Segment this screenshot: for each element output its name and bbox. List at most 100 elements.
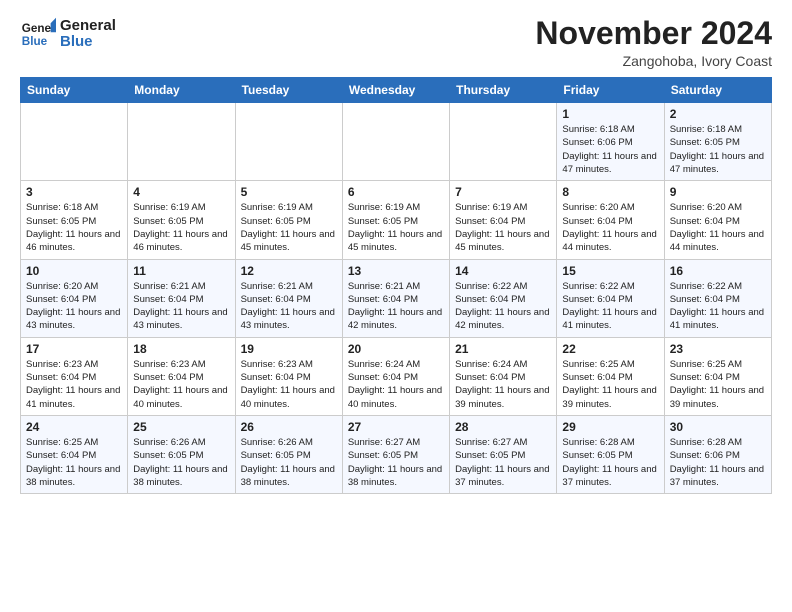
day-info: Sunrise: 6:23 AM Sunset: 6:04 PM Dayligh… [241,358,337,411]
calendar-cell: 5Sunrise: 6:19 AM Sunset: 6:05 PM Daylig… [235,181,342,259]
day-info: Sunrise: 6:20 AM Sunset: 6:04 PM Dayligh… [670,201,766,254]
calendar-cell: 27 Sunrise: 6:27 AM Sunset: 6:05 PM Dayli… [342,415,449,493]
day-number: 22 [562,342,658,356]
day-info: Sunrise: 6:22 AM Sunset: 6:04 PM Dayligh… [455,280,551,333]
day-number: 29 [562,420,658,434]
day-info: Sunrise: 6:23 AM Sunset: 6:04 PM Dayligh… [133,358,229,411]
day-info: Sunrise: 6:20 AM Sunset: 6:04 PM Dayligh… [562,201,658,254]
weekday-header: Friday [557,78,664,103]
weekday-header: Monday [128,78,235,103]
day-number: 14 [455,264,551,278]
calendar-week: 17 Sunrise: 6:23 AM Sunset: 6:04 PM Dayli… [21,337,772,415]
calendar-cell: 18 Sunrise: 6:23 AM Sunset: 6:04 PM Dayli… [128,337,235,415]
day-info: Sunrise: 6:28 AM Sunset: 6:05 PM Dayligh… [562,436,658,489]
day-number: 9 [670,185,766,199]
day-info: Sunrise: 6:18 AM Sunset: 6:05 PM Dayligh… [670,123,766,176]
calendar-cell: 7 Sunrise: 6:19 AM Sunset: 6:04 PM Daylig… [450,181,557,259]
day-info: Sunrise: 6:22 AM Sunset: 6:04 PM Dayligh… [670,280,766,333]
day-number: 12 [241,264,337,278]
day-number: 7 [455,185,551,199]
logo-icon: General Blue [20,16,56,52]
calendar-cell: 20 Sunrise: 6:24 AM Sunset: 6:04 PM Dayli… [342,337,449,415]
day-number: 10 [26,264,122,278]
day-info: Sunrise: 6:19 AM Sunset: 6:04 PM Dayligh… [455,201,551,254]
calendar-cell [21,103,128,181]
day-number: 5 [241,185,337,199]
day-number: 16 [670,264,766,278]
day-info: Sunrise: 6:23 AM Sunset: 6:04 PM Dayligh… [26,358,122,411]
day-number: 21 [455,342,551,356]
calendar-cell: 19 Sunrise: 6:23 AM Sunset: 6:04 PM Dayli… [235,337,342,415]
day-number: 17 [26,342,122,356]
day-info: Sunrise: 6:24 AM Sunset: 6:04 PM Dayligh… [348,358,444,411]
day-info: Sunrise: 6:25 AM Sunset: 6:04 PM Dayligh… [562,358,658,411]
calendar: SundayMondayTuesdayWednesdayThursdayFrid… [20,77,772,494]
day-number: 2 [670,107,766,121]
weekday-row: SundayMondayTuesdayWednesdayThursdayFrid… [21,78,772,103]
calendar-week: 10 Sunrise: 6:20 AM Sunset: 6:04 PM Dayli… [21,259,772,337]
day-info: Sunrise: 6:19 AM Sunset: 6:05 PM Dayligh… [133,201,229,254]
calendar-cell: 23Sunrise: 6:25 AM Sunset: 6:04 PM Dayli… [664,337,771,415]
day-info: Sunrise: 6:27 AM Sunset: 6:05 PM Dayligh… [348,436,444,489]
logo-text-line1: General [60,18,116,35]
day-number: 11 [133,264,229,278]
calendar-cell: 2 Sunrise: 6:18 AM Sunset: 6:05 PM Daylig… [664,103,771,181]
calendar-cell [128,103,235,181]
calendar-cell: 9 Sunrise: 6:20 AM Sunset: 6:04 PM Daylig… [664,181,771,259]
calendar-cell: 4 Sunrise: 6:19 AM Sunset: 6:05 PM Daylig… [128,181,235,259]
day-info: Sunrise: 6:21 AM Sunset: 6:04 PM Dayligh… [348,280,444,333]
calendar-cell: 26Sunrise: 6:26 AM Sunset: 6:05 PM Dayli… [235,415,342,493]
calendar-cell [235,103,342,181]
calendar-cell: 12 Sunrise: 6:21 AM Sunset: 6:04 PM Dayli… [235,259,342,337]
calendar-cell: 24 Sunrise: 6:25 AM Sunset: 6:04 PM Dayli… [21,415,128,493]
calendar-week: 3Sunrise: 6:18 AM Sunset: 6:05 PM Daylig… [21,181,772,259]
weekday-header: Sunday [21,78,128,103]
day-info: Sunrise: 6:24 AM Sunset: 6:04 PM Dayligh… [455,358,551,411]
day-info: Sunrise: 6:25 AM Sunset: 6:04 PM Dayligh… [670,358,766,411]
month-title: November 2024 [535,16,772,51]
title-block: November 2024 Zangohoba, Ivory Coast [535,16,772,69]
weekday-header: Wednesday [342,78,449,103]
day-info: Sunrise: 6:21 AM Sunset: 6:04 PM Dayligh… [241,280,337,333]
header: General Blue General Blue November 2024 … [20,16,772,69]
calendar-cell: 3Sunrise: 6:18 AM Sunset: 6:05 PM Daylig… [21,181,128,259]
calendar-week: 1Sunrise: 6:18 AM Sunset: 6:06 PM Daylig… [21,103,772,181]
day-number: 27 [348,420,444,434]
calendar-cell: 17 Sunrise: 6:23 AM Sunset: 6:04 PM Dayli… [21,337,128,415]
calendar-cell: 15Sunrise: 6:22 AM Sunset: 6:04 PM Dayli… [557,259,664,337]
calendar-cell: 29 Sunrise: 6:28 AM Sunset: 6:05 PM Dayli… [557,415,664,493]
calendar-cell: 16 Sunrise: 6:22 AM Sunset: 6:04 PM Dayli… [664,259,771,337]
day-info: Sunrise: 6:20 AM Sunset: 6:04 PM Dayligh… [26,280,122,333]
calendar-cell [342,103,449,181]
calendar-cell: 6Sunrise: 6:19 AM Sunset: 6:05 PM Daylig… [342,181,449,259]
day-number: 4 [133,185,229,199]
calendar-cell [450,103,557,181]
logo: General Blue General Blue [20,16,116,52]
day-number: 28 [455,420,551,434]
calendar-cell: 22 Sunrise: 6:25 AM Sunset: 6:04 PM Dayli… [557,337,664,415]
day-info: Sunrise: 6:28 AM Sunset: 6:06 PM Dayligh… [670,436,766,489]
svg-text:Blue: Blue [22,35,48,48]
day-number: 13 [348,264,444,278]
day-info: Sunrise: 6:19 AM Sunset: 6:05 PM Dayligh… [348,201,444,254]
calendar-cell: 11Sunrise: 6:21 AM Sunset: 6:04 PM Dayli… [128,259,235,337]
day-number: 20 [348,342,444,356]
calendar-cell: 28Sunrise: 6:27 AM Sunset: 6:05 PM Dayli… [450,415,557,493]
day-info: Sunrise: 6:26 AM Sunset: 6:05 PM Dayligh… [241,436,337,489]
day-number: 25 [133,420,229,434]
day-number: 8 [562,185,658,199]
day-info: Sunrise: 6:18 AM Sunset: 6:05 PM Dayligh… [26,201,122,254]
day-number: 18 [133,342,229,356]
day-number: 24 [26,420,122,434]
calendar-header: SundayMondayTuesdayWednesdayThursdayFrid… [21,78,772,103]
day-number: 1 [562,107,658,121]
day-number: 30 [670,420,766,434]
day-info: Sunrise: 6:25 AM Sunset: 6:04 PM Dayligh… [26,436,122,489]
logo-text-line2: Blue [60,34,116,51]
location: Zangohoba, Ivory Coast [535,53,772,69]
calendar-cell: 21 Sunrise: 6:24 AM Sunset: 6:04 PM Dayli… [450,337,557,415]
day-info: Sunrise: 6:26 AM Sunset: 6:05 PM Dayligh… [133,436,229,489]
day-number: 19 [241,342,337,356]
calendar-cell: 30 Sunrise: 6:28 AM Sunset: 6:06 PM Dayli… [664,415,771,493]
weekday-header: Thursday [450,78,557,103]
